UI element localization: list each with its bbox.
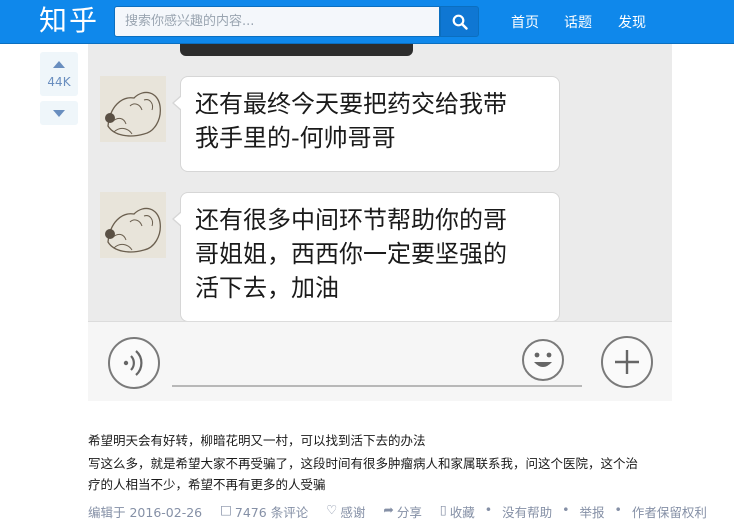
- upvote-button[interactable]: 44K: [40, 52, 78, 96]
- message-line: 活下去，加油: [195, 274, 339, 302]
- message-line: 还有很多中间环节帮助你的哥: [195, 206, 507, 234]
- no-help-button[interactable]: 没有帮助: [502, 502, 552, 521]
- comments-button[interactable]: □ 7476 条评论: [220, 502, 308, 521]
- search-icon: [452, 14, 468, 30]
- lion-sketch-avatar: [100, 192, 166, 258]
- copyright-link[interactable]: 作者保留权利: [632, 502, 707, 521]
- separator: •: [562, 502, 570, 517]
- edited-date-link[interactable]: 编辑于 2016-02-26: [88, 502, 202, 521]
- message-line: 还有最终今天要把药交给我带: [195, 90, 507, 118]
- collect-label: 收藏: [449, 505, 475, 520]
- nav-topics[interactable]: 话题: [564, 12, 592, 32]
- answer-paragraph-line: 希望明天会有好转，柳暗花明又一村，可以找到活下去的办法: [88, 433, 426, 448]
- heart-icon: ♡: [326, 502, 338, 517]
- vote-count: 44K: [47, 75, 71, 89]
- nav-discover[interactable]: 发现: [618, 12, 646, 32]
- search-button[interactable]: [440, 6, 479, 37]
- chat-text-input-line: [172, 385, 582, 387]
- search-input[interactable]: [114, 6, 440, 37]
- nav-home[interactable]: 首页: [511, 12, 539, 32]
- avatar: [100, 192, 166, 258]
- smiley-icon: [534, 352, 552, 367]
- chat-screenshot-image: 还有最终今天要把药交给我带 我手里的-何帅哥哥 还有很多中间环节帮助你的哥 哥姐…: [88, 44, 672, 321]
- share-icon: ➦: [383, 502, 394, 517]
- bookmark-icon: ▯: [439, 502, 447, 517]
- chat-message-bubble-1: 还有最终今天要把药交给我带 我手里的-何帅哥哥: [172, 76, 560, 172]
- zhihu-logo[interactable]: 知乎: [39, 3, 99, 39]
- voice-wave-icon: [123, 350, 143, 376]
- message-line: 哥姐姐，西西你一定要坚强的: [195, 240, 507, 268]
- thanks-button[interactable]: ♡ 感谢: [326, 502, 365, 521]
- share-label: 分享: [396, 505, 422, 520]
- answer-meta-bar: 编辑于 2016-02-26 □ 7476 条评论 ♡ 感谢 ➦ 分享 ▯ 收藏 • 没…: [88, 502, 707, 520]
- thanks-label: 感谢: [340, 505, 366, 520]
- answer-paragraph-line: 写这么多，就是希望大家不再受骗了，这段时间有很多肿瘤病人和家属联系我，问这个医院…: [88, 456, 639, 471]
- chat-media-thumbnail: [180, 44, 413, 56]
- emoji-button: [522, 339, 564, 381]
- downvote-button[interactable]: [40, 101, 78, 125]
- collect-button[interactable]: ▯ 收藏: [440, 502, 475, 521]
- top-navigation-bar: 知乎 首页 话题 发现: [0, 0, 734, 44]
- separator: •: [484, 502, 493, 517]
- avatar: [100, 76, 166, 142]
- chat-message-bubble-2: 还有很多中间环节帮助你的哥 哥姐姐，西西你一定要坚强的 活下去，加油: [172, 192, 560, 321]
- add-attachment-button: [601, 336, 653, 388]
- message-line: 我手里的-何帅哥哥: [195, 124, 396, 152]
- voice-button: [108, 337, 160, 389]
- chat-input-bar: [88, 321, 672, 401]
- separator: •: [614, 502, 622, 517]
- plus-icon: [615, 350, 639, 374]
- arrow-down-icon: [53, 110, 65, 117]
- arrow-up-icon: [53, 61, 65, 68]
- comments-label: 7476 条评论: [234, 505, 309, 520]
- answer-paragraph-line: 疗的人相当不少，希望不再有更多的人受骗: [88, 477, 326, 492]
- report-button[interactable]: 举报: [579, 502, 604, 521]
- comment-icon: □: [220, 502, 232, 517]
- lion-sketch-avatar: [100, 76, 166, 142]
- share-button[interactable]: ➦ 分享: [383, 502, 422, 521]
